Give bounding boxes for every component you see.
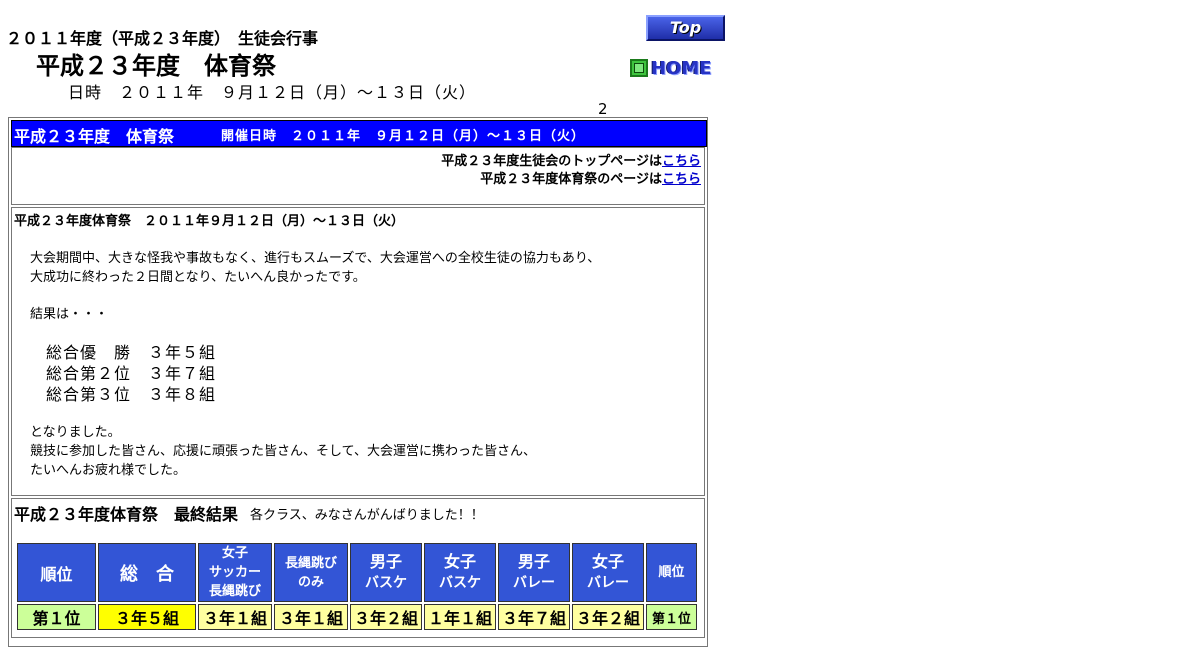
- col-header-girls-volleyball: 女子 バレー: [572, 543, 644, 602]
- home-button[interactable]: HOME: [630, 57, 712, 79]
- col-header-rank-right: 順位: [646, 543, 697, 602]
- summary-outro-line: となりました。: [30, 425, 121, 440]
- col-header-boys-basketball: 男子 バスケ: [350, 543, 422, 602]
- cell-boys-basketball: ３年２組: [350, 604, 422, 630]
- results-note: 各クラス、みなさんがんばりました！！: [250, 508, 484, 523]
- link-row-sports-festival: 平成２３年度体育祭のページはこちら: [480, 168, 701, 187]
- summary-heading: 平成２３年度体育祭 ２０１１年９月１２日（月）～１３日（火）: [14, 214, 405, 229]
- home-label: HOME: [651, 57, 712, 79]
- banner-title: 平成２３年度 体育祭: [14, 127, 175, 146]
- results-table: 順位 総 合 女子 サッカー 長縄跳び 長縄跳び のみ 男子 バスケ 女子 バスケ 男子バ…: [15, 541, 699, 632]
- rank-line: 総合第３位 ３年８組: [46, 385, 217, 404]
- home-square-icon: [630, 59, 648, 77]
- cell-girls-basketball: １年１組: [424, 604, 496, 630]
- table-row: 第１位 ３年５組 ３年１組 ３年１組 ３年２組 １年１組 ３年７組 ３年２組 第…: [17, 604, 697, 630]
- col-header-girls-basketball: 女子 バスケ: [424, 543, 496, 602]
- sports-festival-link[interactable]: こちら: [662, 172, 701, 187]
- council-top-link[interactable]: こちら: [662, 154, 701, 169]
- summary-paragraph-line: 大会期間中、大きな怪我や事故もなく、進行もスムーズで、大会運営への全校生徒の協力…: [30, 251, 601, 266]
- link-text: 平成２３年度体育祭のページは: [480, 172, 662, 187]
- col-header-rank: 順位: [17, 543, 96, 602]
- link-text: 平成２３年度生徒会のトップページは: [441, 154, 662, 169]
- results-intro: 結果は・・・: [30, 307, 109, 322]
- cell-boys-volleyball: ３年７組: [498, 604, 570, 630]
- link-row-council: 平成２３年度生徒会のトップページはこちら: [441, 150, 701, 169]
- summary-outro-line: 競技に参加した皆さん、応援に頑張った皆さん、そして、大会運営に携わった皆さん、: [30, 444, 536, 459]
- cell-girls-soccer-rope: ３年１組: [198, 604, 272, 630]
- page-counter: 2: [598, 100, 608, 118]
- col-header-rope-only: 長縄跳び のみ: [274, 543, 348, 602]
- cell-rank-right: 第１位: [646, 604, 697, 630]
- event-banner: 平成２３年度 体育祭 開催日時 ２０１１年 ９月１２日（月）～１３日（火）: [11, 120, 707, 147]
- summary-outro-line: たいへんお疲れ様でした。: [30, 463, 187, 478]
- page-title: 平成２３年度 体育祭: [36, 52, 276, 80]
- cell-girls-volleyball: ３年２組: [572, 604, 644, 630]
- cell-rank: 第１位: [17, 604, 96, 630]
- summary-section: 平成２３年度体育祭 ２０１１年９月１２日（月）～１３日（火） 大会期間中、大きな…: [11, 207, 705, 496]
- col-header-total: 総 合: [98, 543, 196, 602]
- summary-paragraph-line: 大成功に終わった２日間となり、たいへん良かったです。: [30, 270, 366, 285]
- banner-date: 開催日時 ２０１１年 ９月１２日（月）～１３日（火）: [221, 129, 586, 144]
- event-date: 日時 ２０１１年 ９月１２日（月）～１３日（火）: [68, 83, 477, 102]
- cell-total: ３年５組: [98, 604, 196, 630]
- results-title: 平成２３年度体育祭 最終結果: [14, 505, 239, 524]
- results-section: 平成２３年度体育祭 最終結果 各クラス、みなさんがんばりました！！ 順位 総 合…: [11, 498, 705, 638]
- results-header-row: 順位 総 合 女子 サッカー 長縄跳び 長縄跳び のみ 男子 バスケ 女子 バスケ 男子バ…: [17, 543, 697, 602]
- top-button[interactable]: Top: [646, 15, 725, 41]
- cell-rope-only: ３年１組: [274, 604, 348, 630]
- links-section: 平成２３年度生徒会のトップページはこちら 平成２３年度体育祭のページはこちら: [11, 147, 705, 205]
- col-header-girls-soccer-rope: 女子 サッカー 長縄跳び: [198, 543, 272, 602]
- col-header-boys-volleyball: 男子 バレー: [498, 543, 570, 602]
